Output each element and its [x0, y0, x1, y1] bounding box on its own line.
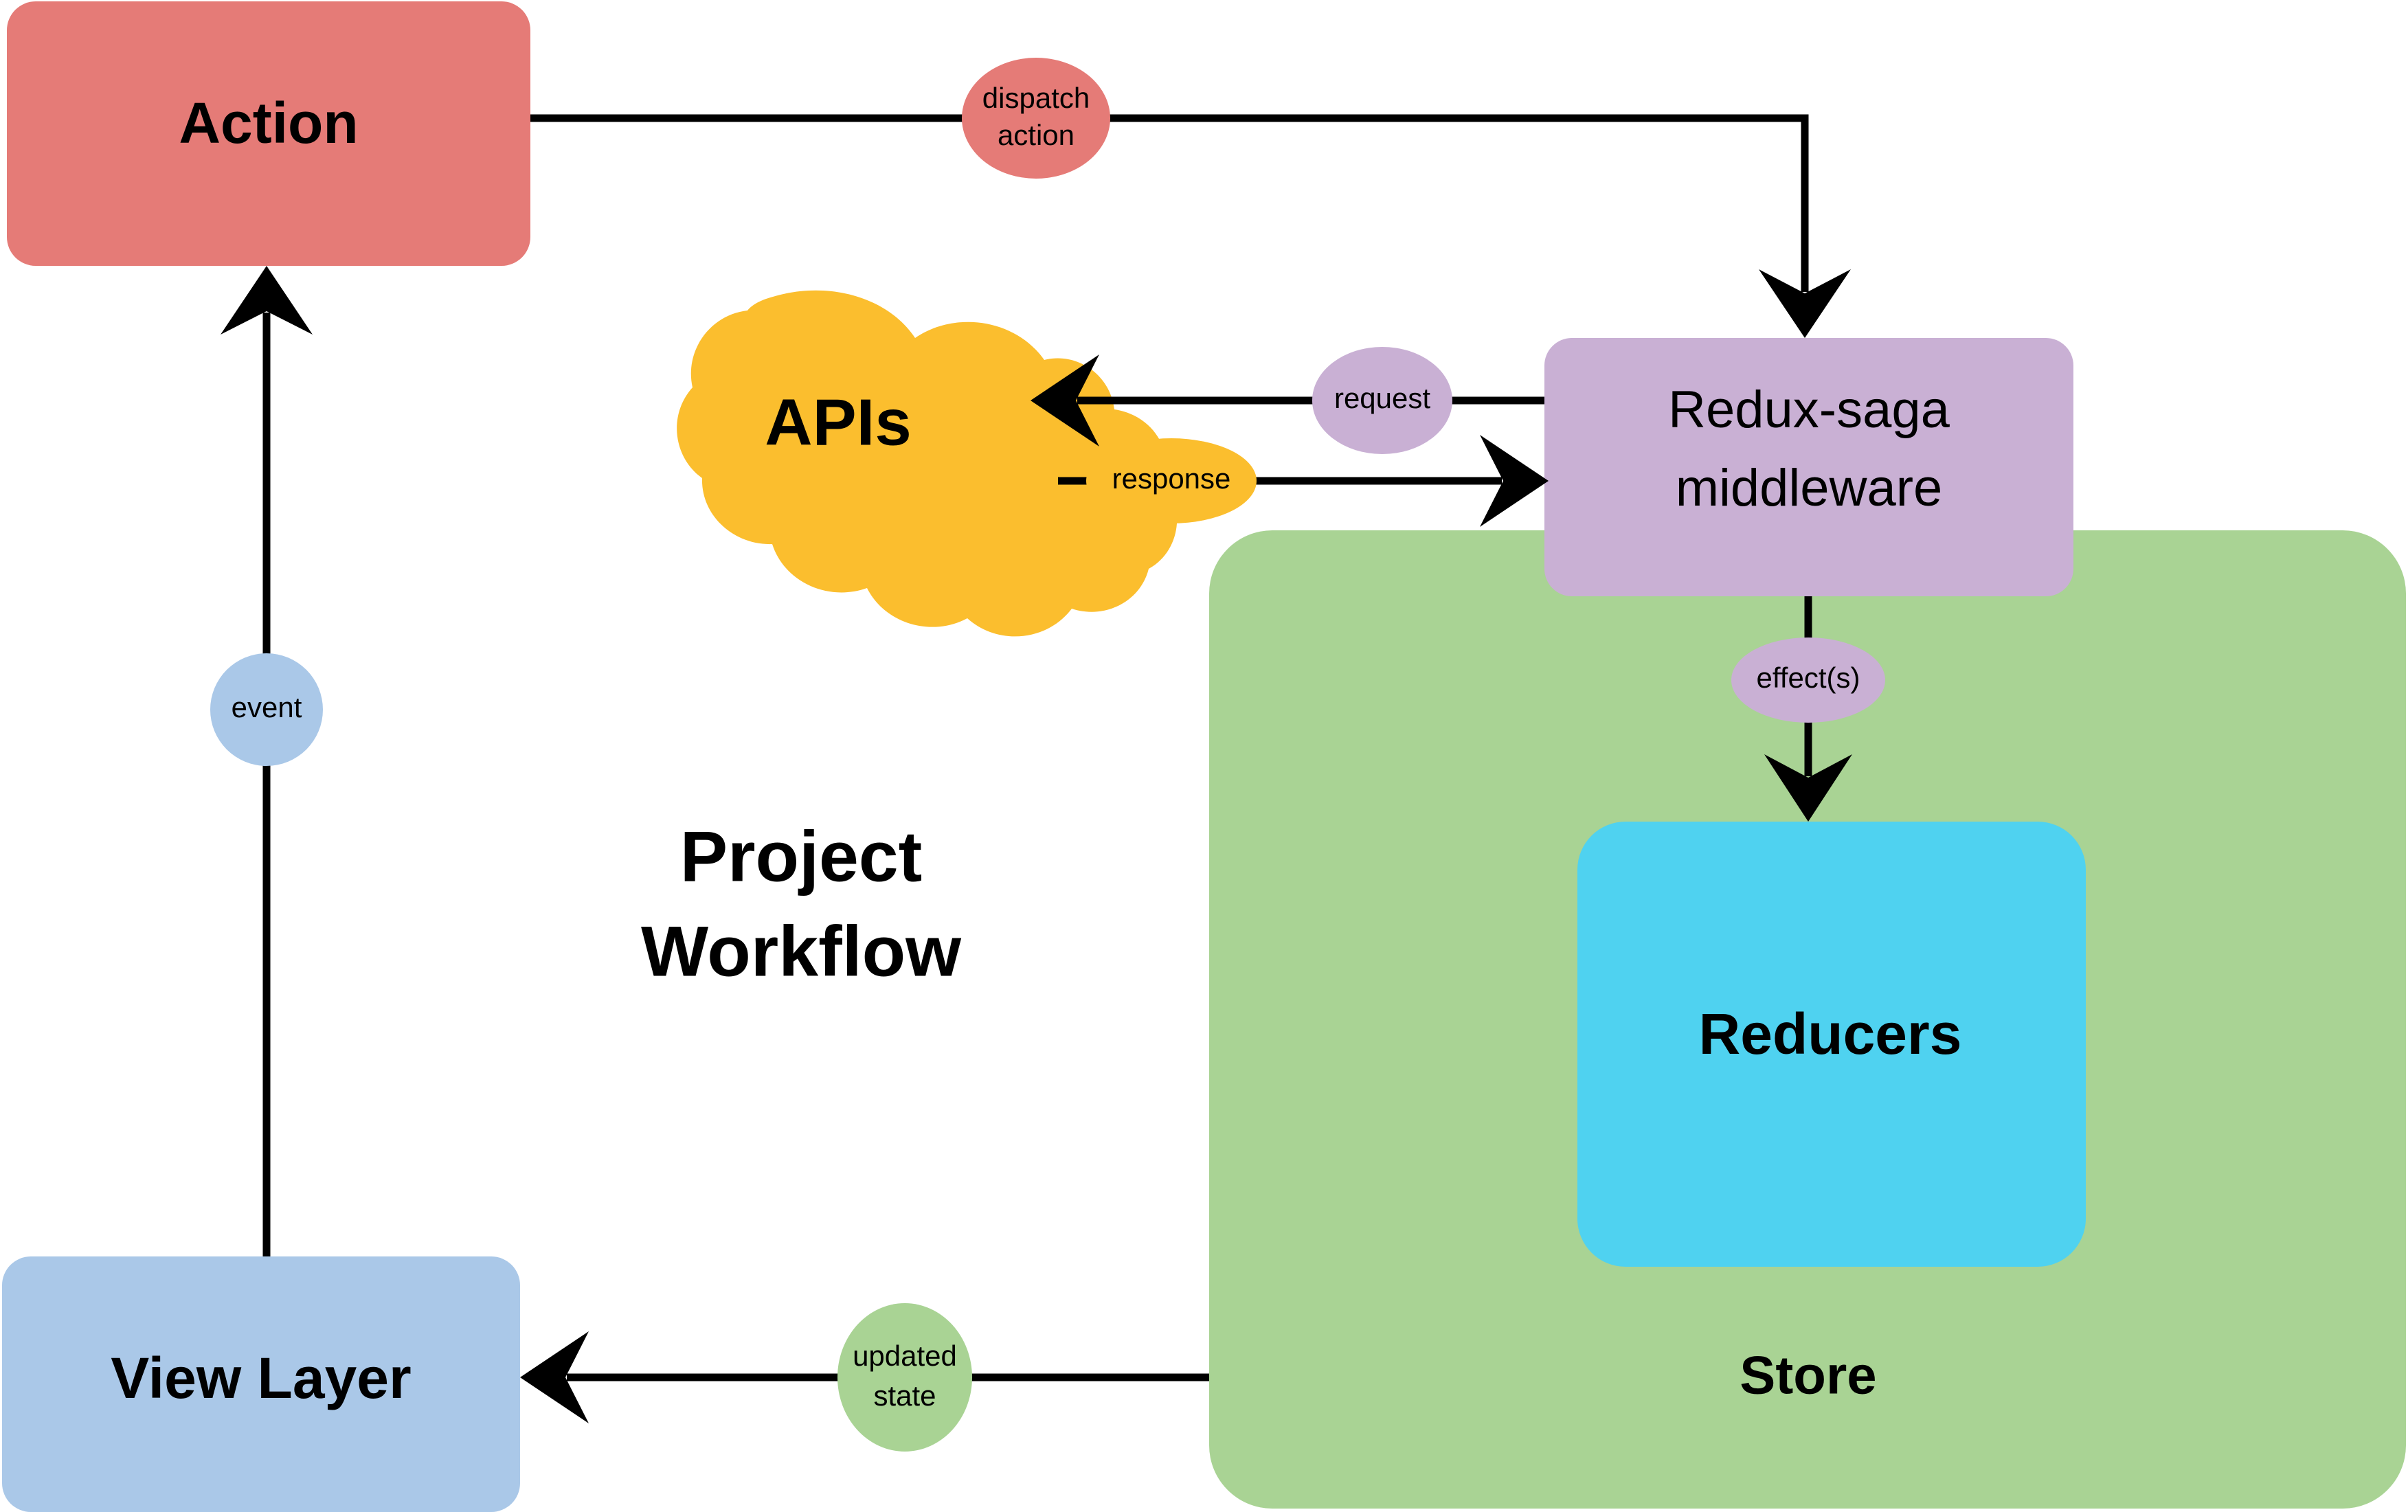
- store-label: Store: [1740, 1345, 1876, 1406]
- reducers-label: Reducers: [1699, 1002, 1962, 1066]
- badge-updated-state[interactable]: updated state: [837, 1303, 972, 1452]
- badge-updated-state-line2: state: [873, 1379, 936, 1412]
- badge-event-label: event: [232, 691, 302, 723]
- apis-label: APIs: [765, 385, 911, 459]
- badge-event[interactable]: event: [210, 653, 323, 766]
- badge-response-label: response: [1112, 462, 1231, 495]
- badge-effects[interactable]: effect(s): [1731, 637, 1885, 723]
- badge-response[interactable]: response: [1086, 438, 1257, 523]
- middleware-label-line1: Redux-saga: [1668, 381, 1950, 439]
- action-label: Action: [179, 91, 358, 155]
- badge-effects-label: effect(s): [1757, 662, 1860, 694]
- diagram-svg: dispatch action request response effect(…: [2, 1, 2406, 1512]
- badge-dispatch-action[interactable]: dispatch action: [962, 58, 1110, 179]
- badge-request-label: request: [1334, 382, 1430, 414]
- view-layer-label: View Layer: [111, 1346, 411, 1410]
- middleware-label-line2: middleware: [1676, 459, 1943, 517]
- badge-dispatch-action-line1: dispatch: [982, 82, 1090, 114]
- page-title-line2: Workflow: [641, 912, 962, 991]
- badge-request[interactable]: request: [1312, 347, 1452, 454]
- page-title-line1: Project: [680, 817, 923, 896]
- diagram-canvas: dispatch action request response effect(…: [0, 0, 2408, 1512]
- badge-dispatch-action-line2: action: [998, 119, 1074, 151]
- badge-updated-state-line1: updated: [853, 1340, 957, 1372]
- edge-dispatch-action: [530, 114, 1851, 338]
